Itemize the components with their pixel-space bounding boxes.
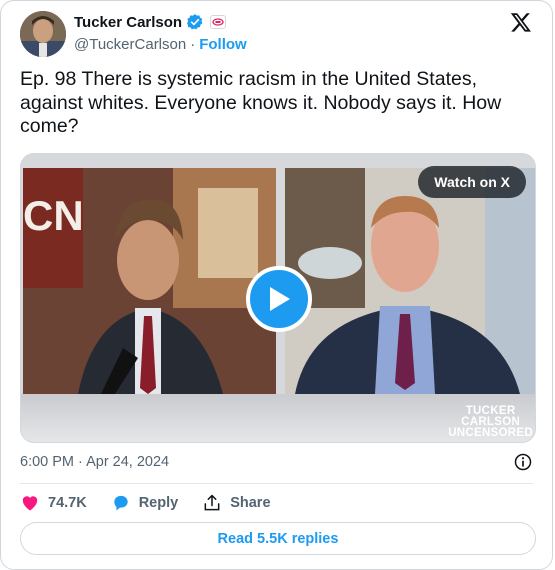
tweet-header: Tucker Carlson @TuckerCarlson · Follow	[20, 11, 538, 57]
backdrop-text: CN	[23, 192, 84, 239]
play-icon	[270, 287, 290, 311]
avatar[interactable]	[20, 11, 66, 57]
share-icon	[204, 494, 220, 511]
video-frame-right	[285, 168, 535, 394]
reply-button[interactable]: Reply	[111, 493, 179, 513]
x-logo-icon[interactable]	[510, 11, 532, 33]
share-label: Share	[230, 495, 271, 511]
read-replies-button[interactable]: Read 5.5K replies	[20, 522, 536, 555]
tweet-embed-card: Tucker Carlson @TuckerCarlson · Follow E…	[0, 0, 553, 570]
tweet-timestamp[interactable]: 6:00 PM · Apr 24, 2024	[20, 454, 169, 470]
video-frame-left: CN	[23, 168, 276, 394]
tweet-text: Ep. 98 There is systemic racism in the U…	[20, 68, 502, 137]
like-button[interactable]: 74.7K	[20, 493, 87, 513]
watch-on-x-button[interactable]: Watch on X	[418, 166, 526, 198]
share-button[interactable]: Share	[202, 493, 271, 513]
play-button[interactable]	[246, 266, 312, 332]
video-player[interactable]: CN Watch on X TUCKER CARLSON UNCENSORED	[20, 153, 536, 443]
info-icon[interactable]	[513, 452, 533, 472]
brand-line-3: UNCENSORED	[448, 427, 533, 439]
divider	[20, 483, 533, 484]
reply-bubble-icon	[114, 495, 128, 511]
separator-dot: ·	[190, 36, 196, 53]
follow-button[interactable]: Follow	[199, 36, 247, 53]
show-brand-watermark: TUCKER CARLSON UNCENSORED	[448, 405, 533, 439]
affiliation-badge-icon	[210, 15, 227, 29]
author-handle[interactable]: @TuckerCarlson	[74, 36, 186, 53]
reply-label: Reply	[138, 495, 179, 511]
like-count: 74.7K	[48, 495, 87, 511]
author-handle-row: @TuckerCarlson · Follow	[74, 36, 247, 53]
author-name-row: Tucker Carlson	[74, 13, 227, 31]
author-name[interactable]: Tucker Carlson	[74, 14, 182, 31]
verified-badge-icon	[187, 14, 203, 30]
tweet-actions: 74.7K Reply Share	[20, 492, 295, 514]
heart-icon	[22, 496, 38, 511]
